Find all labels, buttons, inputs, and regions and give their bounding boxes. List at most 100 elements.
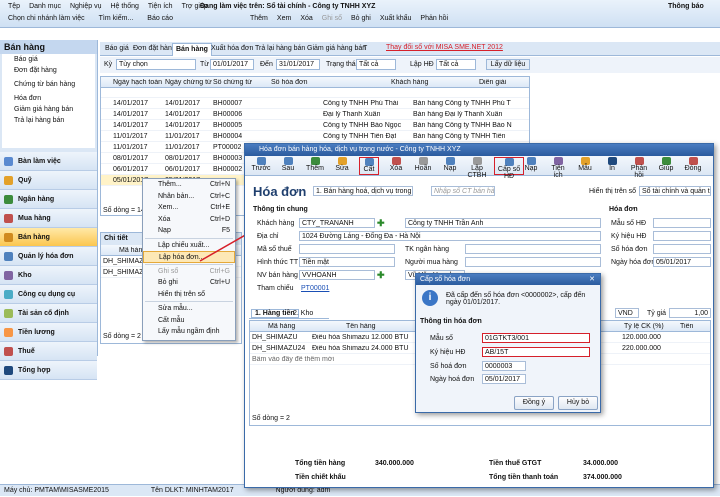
line-item-code: DH_SHIMAZU24: [252, 345, 306, 352]
invoice-no-field[interactable]: [653, 244, 711, 254]
dialog-toolbar-button[interactable]: Giúp: [656, 157, 676, 172]
dialog-toolbar-button[interactable]: Tiện ích: [548, 157, 568, 179]
toolbar-label: Sau: [281, 165, 295, 172]
invoice-no-label: Số hóa đơn: [611, 246, 648, 253]
invoice-type-select[interactable]: 1. Bán hàng hoá, dịch vụ trong nước: [313, 186, 413, 196]
tab-warehouse[interactable]: 2. Kho: [293, 310, 313, 317]
issue-section-title: Thông tin hóa đơn: [420, 318, 482, 325]
line-item-amount: 220.000.000: [622, 345, 661, 352]
toolbar-icon: [688, 157, 698, 165]
toolbar-icon: [256, 157, 266, 165]
address-field[interactable]: 1024 Đường Láng - Đống Đa - Hà Nội: [299, 231, 601, 241]
dialog-toolbar-button[interactable]: Sau: [278, 157, 298, 172]
vat-value: 34.000.000: [583, 460, 619, 467]
buyer-label: Người mua hàng: [405, 259, 458, 266]
total-goods-value: 340.000.000: [375, 460, 414, 467]
dialog-toolbar-button[interactable]: Thêm: [305, 157, 325, 172]
toolbar-icon: [634, 157, 644, 165]
buyer-field[interactable]: [465, 257, 601, 267]
dialog-toolbar-button[interactable]: Trước: [251, 157, 271, 172]
tab-goods-money[interactable]: 1. Hàng tiền: [251, 309, 299, 318]
issue-date-field[interactable]: 05/01/2017: [482, 374, 526, 384]
display-on-book-label: Hiển thị trên sổ: [589, 188, 637, 195]
toolbar-label: Mẫu: [578, 165, 592, 172]
dialog-toolbar-button[interactable]: Nạp: [440, 157, 460, 172]
reference-label: Tham chiếu: [257, 285, 294, 292]
grand-total-value: 374.000.000: [583, 474, 622, 481]
toolbar-label: Xóa: [389, 165, 403, 172]
toolbar-label: Sửa: [335, 165, 349, 172]
display-on-book-select[interactable]: Sổ tài chính và quản trị: [639, 186, 711, 196]
address-label: Địa chỉ: [257, 233, 279, 240]
issue-message: Đã cấp đến số hóa đơn <0000002>, cấp đến…: [446, 292, 586, 306]
toolbar-icon: [364, 158, 374, 166]
form-no-field[interactable]: [653, 218, 711, 228]
payment-method-select[interactable]: Tiền mặt: [299, 257, 395, 267]
exchange-rate-label: Tỷ giá: [647, 310, 667, 317]
reference-link[interactable]: PT00001: [301, 285, 329, 292]
toolbar-icon: [337, 157, 347, 165]
dialog-toolbar-button[interactable]: Cấp số HĐ: [494, 157, 524, 180]
toolbar-icon: [580, 157, 590, 165]
add-row-hint: Bấm vào đây để thêm mới: [252, 356, 335, 363]
toolbar-icon: [472, 157, 482, 165]
issue-symbol-select[interactable]: AB/15T: [482, 347, 590, 357]
issue-dialog-title: Cấp số hóa đơn: [416, 274, 600, 285]
toolbar-icon: [504, 158, 514, 166]
line-col-item: Mã hàng: [268, 323, 296, 330]
dialog-toolbar-button[interactable]: Phản hồi: [629, 157, 649, 179]
toolbar-icon: [391, 157, 401, 165]
dialog-toolbar-button[interactable]: Mẫu: [575, 157, 595, 172]
exchange-rate-field[interactable]: 1,00: [669, 308, 711, 318]
toolbar-icon: [418, 157, 428, 165]
dialog-toolbar-button[interactable]: Nạp: [521, 157, 541, 172]
symbol-field[interactable]: [653, 231, 711, 241]
dialog-toolbar-button[interactable]: Hoãn: [413, 157, 433, 172]
close-icon[interactable]: ✕: [586, 274, 598, 285]
invoice-date-field[interactable]: 05/01/2017: [653, 257, 711, 267]
toolbar-icon: [445, 157, 455, 165]
line-col-name: Tên hàng: [346, 323, 376, 330]
issue-symbol-label: Ký hiệu HĐ: [430, 349, 466, 356]
discount-label: Tiền chiết khấu: [295, 474, 346, 481]
dialog-toolbar-button[interactable]: Sửa: [332, 157, 352, 172]
toolbar-label: Phản hồi: [630, 165, 648, 179]
total-goods-label: Tổng tiền hàng: [295, 460, 346, 467]
line-item-code: DH_SHIMAZU: [252, 334, 298, 341]
bank-account-field[interactable]: [465, 244, 601, 254]
salesperson-code-field[interactable]: VVHOANH: [299, 270, 375, 280]
customer-label: Khách hàng: [257, 220, 295, 227]
toolbar-icon: [283, 157, 293, 165]
add-salesperson-icon[interactable]: ✚: [377, 270, 385, 281]
dialog-toolbar-button[interactable]: Xóa: [386, 157, 406, 172]
issue-number-dialog: Cấp số hóa đơn ✕ i Đã cấp đến số hóa đơn…: [415, 273, 601, 413]
dialog-toolbar-button[interactable]: Lập CTBH: [467, 157, 487, 179]
payment-method-label: Hình thức TT: [257, 259, 299, 266]
issue-form-label: Mẫu số: [430, 335, 453, 342]
tax-code-field[interactable]: [299, 244, 395, 254]
sales-voucher-search[interactable]: Nhập số CT bán hàng: [431, 186, 495, 196]
add-customer-icon[interactable]: ✚: [377, 218, 385, 229]
grand-total-label: Tổng tiền thanh toán: [489, 474, 559, 481]
dialog-toolbar-button[interactable]: Đóng: [683, 157, 703, 172]
general-info-title: Thông tin chung: [253, 206, 308, 213]
toolbar-icon: [607, 157, 617, 165]
ok-button[interactable]: Đồng ý: [514, 396, 554, 410]
dialog-toolbar-button[interactable]: In: [602, 157, 622, 172]
cancel-button[interactable]: Hủy bỏ: [558, 396, 598, 410]
line-col-amount: Tiền: [680, 323, 694, 330]
toolbar-icon: [526, 157, 536, 165]
tax-code-label: Mã số thuế: [257, 246, 292, 253]
invoice-date-label: Ngày hóa đơn: [611, 259, 656, 266]
toolbar-icon: [310, 157, 320, 165]
bank-account-label: TK ngân hàng: [405, 246, 449, 253]
customer-code-field[interactable]: CTY_TRANANH: [299, 218, 375, 228]
toolbar-label: In: [609, 165, 615, 172]
currency-select[interactable]: VND: [615, 308, 639, 318]
customer-name-field[interactable]: Công ty TNHH Trần Anh: [405, 218, 601, 228]
issue-date-label: Ngày hoá đơn: [430, 376, 475, 383]
info-icon: i: [422, 290, 438, 306]
issue-form-select[interactable]: 01GTKT3/001: [482, 333, 590, 343]
issue-number-field[interactable]: 0000003: [482, 361, 526, 371]
dialog-toolbar-button[interactable]: Cất: [359, 157, 379, 175]
